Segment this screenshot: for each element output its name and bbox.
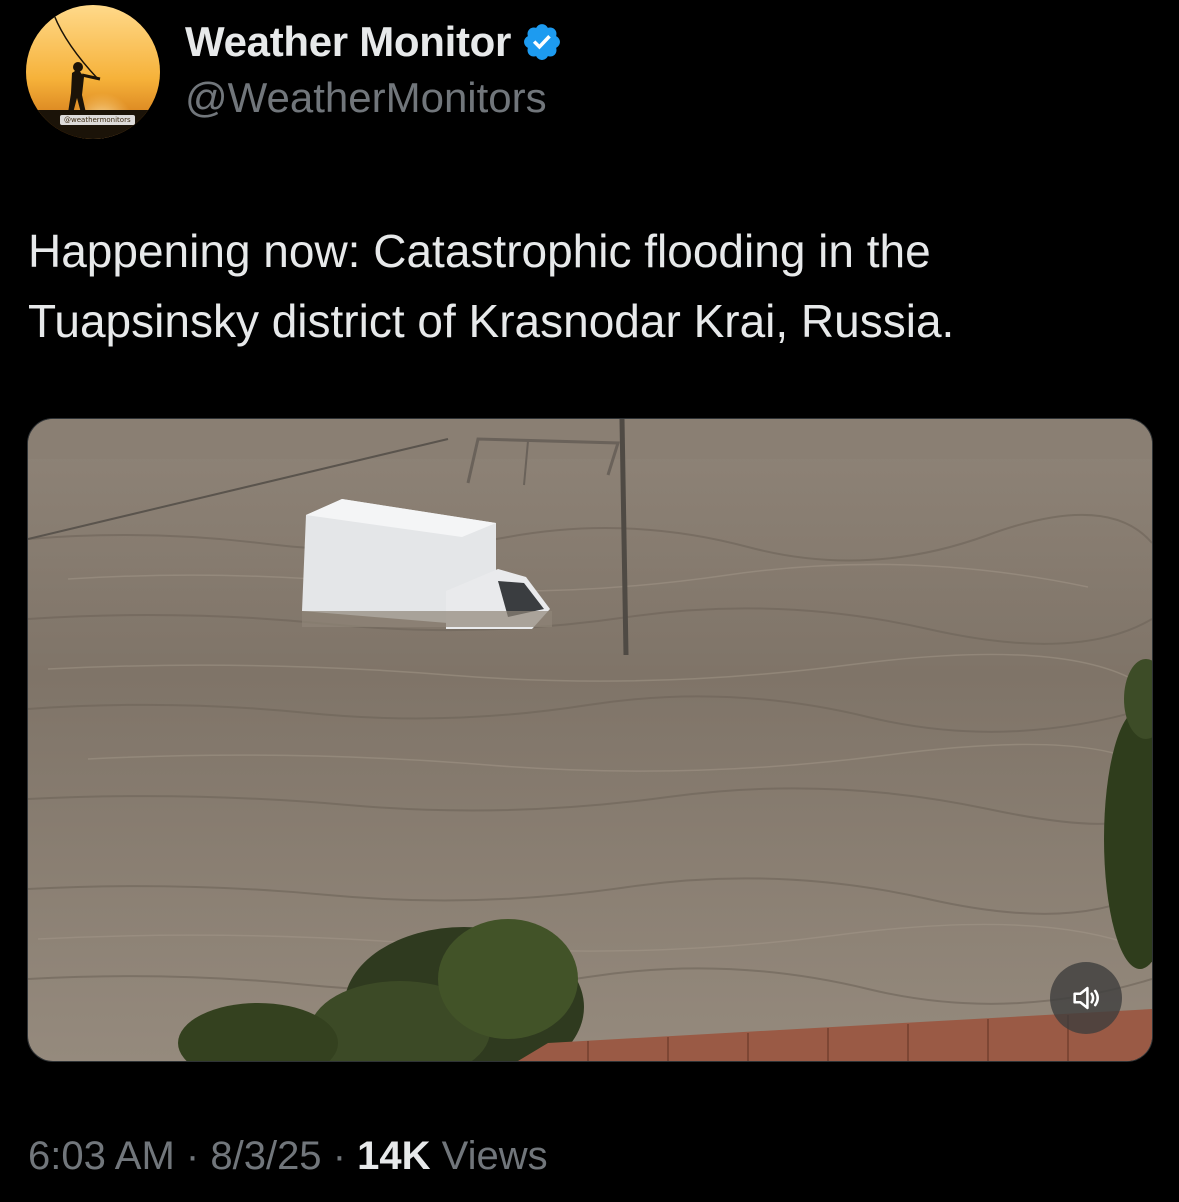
speaker-muted-icon — [1073, 986, 1099, 1010]
meta-separator: · — [185, 1134, 200, 1178]
video-player[interactable] — [27, 418, 1153, 1062]
tweet-time[interactable]: 6:03 AM — [28, 1134, 175, 1178]
display-name[interactable]: Weather Monitor — [185, 18, 511, 66]
flood-video-frame — [28, 419, 1152, 1061]
sound-toggle-button[interactable] — [1050, 962, 1122, 1034]
author-handle[interactable]: @WeatherMonitors — [185, 74, 547, 122]
views-label[interactable]: Views — [442, 1134, 548, 1178]
tweet-meta: 6:03 AM · 8/3/25 · 14K Views — [28, 1134, 548, 1179]
tweet-detail: @weathermonitors Weather Monitor @Weathe… — [0, 0, 1179, 1202]
views-count[interactable]: 14K — [357, 1134, 430, 1178]
avatar-caption: @weathermonitors — [60, 115, 135, 125]
avatar[interactable]: @weathermonitors — [26, 5, 160, 139]
tweet-text: Happening now: Catastrophic flooding in … — [28, 225, 955, 347]
author-name-row[interactable]: Weather Monitor — [185, 18, 563, 66]
meta-separator: · — [332, 1134, 347, 1178]
tweet-date[interactable]: 8/3/25 — [210, 1134, 321, 1178]
verified-badge-icon — [521, 21, 563, 63]
